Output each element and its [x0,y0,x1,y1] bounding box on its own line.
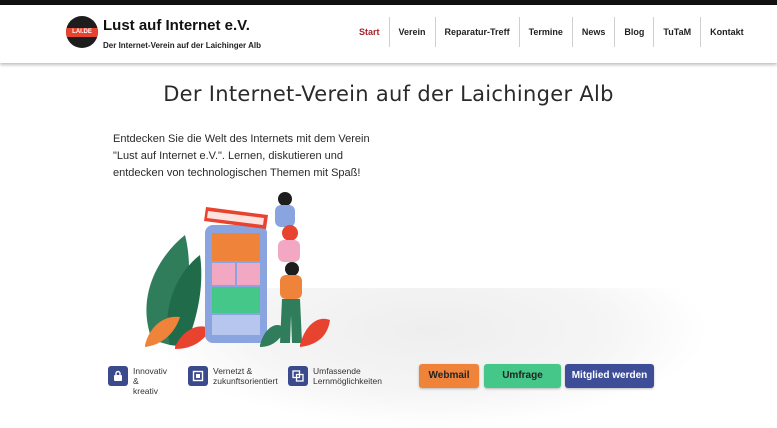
nav-item-news[interactable]: News [573,17,616,47]
feature-label: Vernetzt & zukunftsorientiert [213,366,278,386]
webmail-button[interactable]: Webmail [419,364,479,388]
feature-umfassende: Umfassende Lernmöglichkeiten [288,366,382,386]
main-nav: Start Verein Reparatur-Treff Termine New… [350,17,753,47]
logo-icon[interactable]: LAI.DE [66,16,98,48]
hero-text: Entdecken Sie die Welt des Internets mit… [113,131,383,182]
umfrage-button[interactable]: Umfrage [484,364,561,388]
mitglied-werden-button[interactable]: Mitglied werden [565,364,654,388]
feature-label-line: kreativ [133,386,159,396]
feature-label-line: Innovativ & [133,366,168,386]
hero-illustration [145,192,330,349]
brand-tagline: Der Internet-Verein auf der Laichinger A… [103,41,261,50]
feature-label-line: Vernetzt & [213,366,253,376]
site-header: LAI.DE Lust auf Internet e.V. Der Intern… [0,5,777,63]
hero-text-line: Entdecken Sie die Welt des Internets mit… [113,133,370,145]
feature-label: Umfassende Lernmöglichkeiten [313,366,382,386]
nav-item-tutam[interactable]: TuTaM [654,17,702,47]
lock-icon [108,366,128,386]
feature-label: Innovativ & kreativ [133,366,167,396]
nav-item-verein[interactable]: Verein [390,17,436,47]
hero-text-line: entdecken von technologischen Themen mit… [113,167,361,179]
feature-vernetzt: Vernetzt & zukunftsorientiert [188,366,278,386]
hero-text-line: "Lust auf Internet e.V.". Lernen, diskut… [113,150,344,162]
layers-icon [288,366,308,386]
hero-title: Der Internet-Verein auf der Laichinger A… [163,82,614,106]
logo-text: LAI.DE [72,29,92,35]
nav-item-termine[interactable]: Termine [520,17,573,47]
brand-name[interactable]: Lust auf Internet e.V. [103,17,250,35]
network-icon [188,366,208,386]
nav-item-blog[interactable]: Blog [615,17,655,47]
feature-label-line: Lernmöglichkeiten [313,376,382,386]
feature-label-line: Umfassende [313,366,361,376]
nav-item-reparatur-treff[interactable]: Reparatur-Treff [436,17,520,47]
nav-item-start[interactable]: Start [350,17,390,47]
feature-innovativ: Innovativ & kreativ [108,366,167,396]
feature-label-line: zukunftsorientiert [213,376,278,386]
nav-item-kontakt[interactable]: Kontakt [701,17,753,47]
